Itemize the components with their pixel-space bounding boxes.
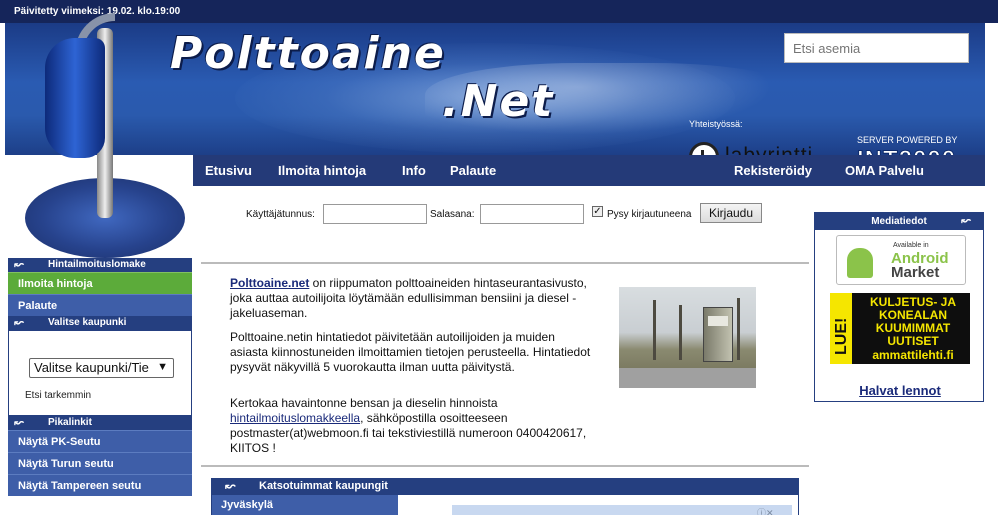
int2000-logo[interactable]: INT2000: [856, 146, 956, 156]
powered-by-label: SERVER POWERED BY: [857, 135, 958, 145]
intro-paragraph-3: Kertokaa havaintonne bensan ja dieselin …: [230, 396, 595, 456]
intro-paragraph-1: Polttoaine.net on riippumaton polttoaine…: [230, 276, 595, 321]
divider: [201, 465, 809, 467]
market-text: Market: [891, 264, 940, 281]
close-icon[interactable]: ⓘ✕: [757, 506, 774, 515]
nav-info[interactable]: Info: [402, 163, 426, 178]
logo-text-net: .Net: [442, 76, 555, 127]
password-input[interactable]: [480, 204, 584, 224]
price-form-link[interactable]: hintailmoituslomakkeella: [230, 411, 360, 425]
sidebar-heading-price-form: Hintailmoituslomake: [8, 257, 192, 272]
dropdown-arrow-icon: ▼: [157, 361, 168, 373]
site-logo[interactable]: Polttoaine .Net: [170, 28, 610, 128]
advanced-search-link[interactable]: Etsi tarkemmin: [25, 390, 91, 401]
site-name-link[interactable]: Polttoaine.net: [230, 276, 309, 290]
android-available-text: Available in: [893, 242, 929, 249]
gas-station-photo: [619, 287, 756, 388]
remember-me-checkbox[interactable]: ✓: [592, 206, 603, 217]
main-nav: Etusivu Ilmoita hintoja Info Palaute Rek…: [193, 155, 985, 186]
ad-headline: KULJETUS- JA KONEALAN KUUMIMMAT UUTISET: [869, 295, 956, 348]
most-viewed-cities-panel: Jyväskylä ⓘ✕: [211, 495, 799, 515]
ammattilehti-ad[interactable]: LUE! KULJETUS- JA KONEALAN KUUMIMMAT UUT…: [830, 293, 970, 364]
city-select-value: Valitse kaupunki/Tie: [34, 360, 149, 375]
map-widget[interactable]: [452, 505, 792, 515]
city-select[interactable]: Valitse kaupunki/Tie ▼: [29, 358, 174, 378]
nav-oma-palvelu[interactable]: OMA Palvelu: [845, 163, 924, 178]
android-market-badge[interactable]: Available in Android Market: [836, 235, 966, 285]
most-viewed-cities-heading: Katsotuimmat kaupungit: [211, 478, 799, 495]
media-heading: Mediatiedot: [815, 213, 983, 230]
city-select-box: Valitse kaupunki/Tie ▼ Etsi tarkemmin: [8, 330, 192, 416]
labyrintti-icon: [689, 142, 719, 155]
nav-rekisteroidy[interactable]: Rekisteröidy: [734, 163, 812, 178]
quick-link-pk-seutu[interactable]: Näytä PK-Seutu: [8, 430, 192, 452]
username-input[interactable]: [323, 204, 427, 224]
quick-link-turun-seutu[interactable]: Näytä Turun seutu: [8, 452, 192, 474]
ad-site: ammattilehti.fi: [872, 348, 954, 362]
intro-paragraph-2: Polttoaine.netin hintatiedot päivitetään…: [230, 330, 591, 374]
lue-badge: LUE!: [830, 293, 852, 364]
remember-me-label: Pysy kirjautuneena: [607, 209, 692, 220]
labyrintti-name: labyrintti: [725, 144, 813, 155]
login-form: Käyttäjätunnus: Salasana: ✓ Pysy kirjaut…: [246, 203, 766, 225]
fuel-pump-graphic: [5, 8, 205, 258]
cheap-flights-link[interactable]: Halvat lennot: [815, 383, 985, 398]
divider: [201, 262, 809, 264]
station-search-input[interactable]: [784, 33, 969, 63]
nav-ilmoita-hintoja[interactable]: Ilmoita hintoja: [278, 163, 366, 178]
password-label: Salasana:: [430, 209, 475, 220]
left-sidebar: Hintailmoituslomake Ilmoita hintoja Pala…: [8, 257, 192, 515]
sidebar-heading-quick-links: Pikalinkit: [8, 415, 192, 430]
fuel-nozzle-icon: [45, 38, 105, 158]
android-icon: [847, 248, 873, 278]
logo-text-main: Polttoaine: [170, 28, 446, 79]
username-label: Käyttäjätunnus:: [246, 209, 315, 220]
partners-area: Yhteistyössä: labyrintti SERVER POWERED …: [689, 119, 985, 155]
media-panel: Mediatiedot Available in Android Market …: [814, 212, 984, 402]
quick-link-tampereen-seutu[interactable]: Näytä Tampereen seutu: [8, 474, 192, 496]
sidebar-item-palaute[interactable]: Palaute: [8, 294, 192, 316]
sidebar-item-ilmoita[interactable]: Ilmoita hintoja: [8, 272, 192, 294]
labyrintti-logo[interactable]: labyrintti: [689, 141, 849, 155]
intro-paragraph-3-pre: Kertokaa havaintonne bensan ja dieselin …: [230, 396, 498, 410]
sidebar-heading-city: Valitse kaupunki: [8, 315, 192, 330]
nav-palaute[interactable]: Palaute: [450, 163, 496, 178]
city-item-jyvaskyla[interactable]: Jyväskylä: [212, 495, 398, 515]
partners-label: Yhteistyössä:: [689, 119, 743, 129]
login-button[interactable]: Kirjaudu: [700, 203, 762, 223]
nav-etusivu[interactable]: Etusivu: [205, 163, 252, 178]
